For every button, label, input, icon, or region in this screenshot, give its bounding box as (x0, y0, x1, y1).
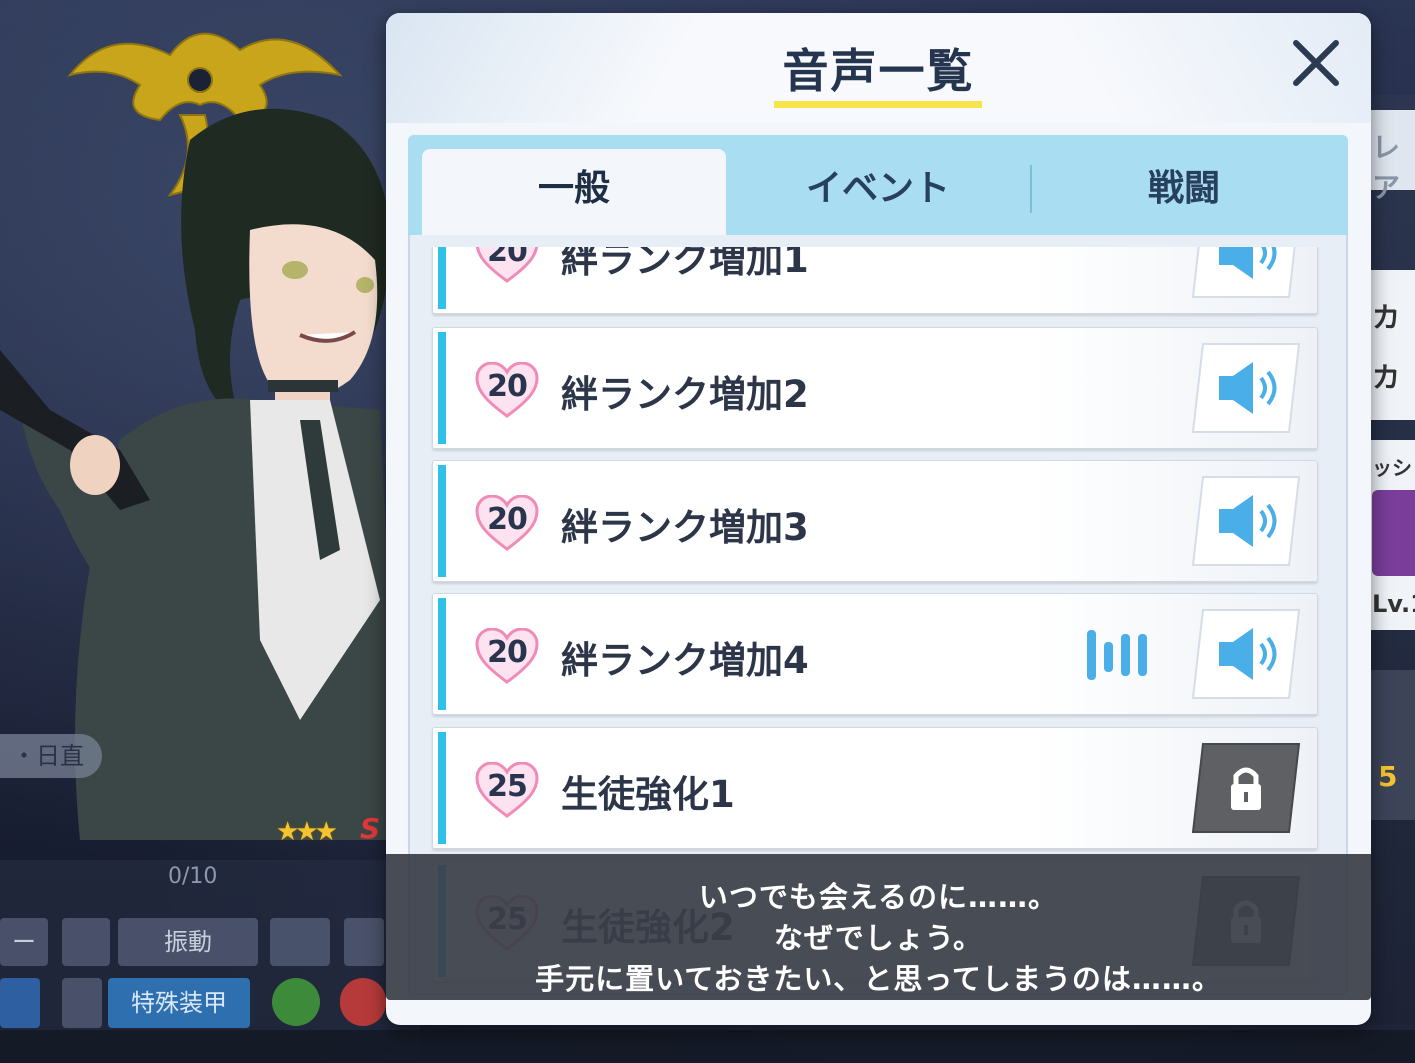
bond-level-required: 20 (487, 247, 528, 269)
voice-subtitle: いつでも会えるのに……。 なぜでしょう。 手元に置いておきたい、と思ってしまうの… (386, 854, 1371, 1000)
equipment-gun-icon (1372, 490, 1415, 576)
voice-row[interactable]: 20 絆ランク増加4 (432, 593, 1318, 715)
audio-wave-icon (1087, 630, 1147, 680)
vibration-chip: 振動 (118, 918, 258, 966)
armor-type-chip: 特殊装甲 (108, 978, 250, 1028)
rarity-letter: S (360, 812, 381, 845)
speaker-icon[interactable] (1189, 340, 1303, 436)
shield-icon (62, 978, 102, 1028)
lock-icon[interactable] (1189, 740, 1303, 836)
voice-label: 絆ランク増加2 (561, 373, 809, 416)
pen-icon (62, 918, 110, 966)
right-stat-1: カ (1372, 301, 1401, 334)
voice-row[interactable]: 20 絆ランク増加1 (432, 247, 1318, 314)
subtitle-line-1: いつでも会えるのに……。 (698, 880, 1059, 914)
building-icon (270, 918, 330, 966)
right-equip-label: ッシ (1372, 456, 1412, 480)
speaker-icon[interactable] (1189, 473, 1303, 569)
character-illustration (0, 108, 400, 840)
voice-row[interactable]: 20 絆ランク増加3 (432, 460, 1318, 582)
mood-good-icon (272, 978, 320, 1026)
progress-count: 0/10 (168, 864, 218, 889)
subtitle-line-2: なぜでしょう。 (773, 921, 984, 955)
row-accent-bar (438, 732, 446, 844)
speaker-icon[interactable] (1189, 606, 1303, 702)
mood-bad-icon (340, 978, 386, 1026)
right-header-text: レア (1372, 131, 1401, 204)
right-stat-box (1370, 270, 1415, 420)
right-equip-level: Lv.1 (1372, 590, 1415, 618)
bond-level-required: 20 (487, 502, 528, 537)
tab-bar: 一般 イベント 戦闘 (408, 135, 1348, 235)
voice-label: 絆ランク増加1 (561, 247, 809, 281)
terrain-icon (344, 918, 384, 966)
voice-label: 生徒強化1 (561, 773, 735, 816)
attack-type-chip (0, 978, 40, 1028)
bond-level-required: 20 (487, 635, 528, 670)
voice-row[interactable]: 25 生徒強化1 (432, 727, 1318, 849)
voice-label: 絆ランク増加3 (561, 506, 809, 549)
bond-level-required: 25 (487, 769, 528, 804)
rarity-stars: ★★★ (276, 817, 338, 847)
close-icon[interactable] (1288, 35, 1344, 91)
row-accent-bar (438, 247, 446, 309)
voice-row[interactable]: 20 絆ランク増加2 (432, 327, 1318, 449)
bond-level-required: 20 (487, 369, 528, 404)
voice-label: 絆ランク増加4 (561, 639, 809, 682)
title-underline (774, 101, 982, 108)
speaker-icon[interactable] (1189, 247, 1303, 301)
stat-chip-left: ー (0, 918, 48, 966)
right-star-num: 5 (1378, 760, 1398, 793)
character-name-tag: ・日直 (0, 734, 102, 778)
tab-battle[interactable]: 戦闘 (1032, 149, 1336, 235)
subtitle-line-3: 手元に置いておきたい、と思ってしまうのは……。 (535, 962, 1222, 996)
tab-general[interactable]: 一般 (422, 149, 726, 235)
right-lock-box (1370, 670, 1415, 820)
right-stat-2: カ (1372, 361, 1401, 394)
row-accent-bar (438, 332, 446, 444)
row-accent-bar (438, 598, 446, 710)
row-accent-bar (438, 465, 446, 577)
tab-event[interactable]: イベント (726, 149, 1030, 235)
bottom-strip (0, 1030, 1415, 1063)
modal-title: 音声一覧 (782, 44, 975, 98)
